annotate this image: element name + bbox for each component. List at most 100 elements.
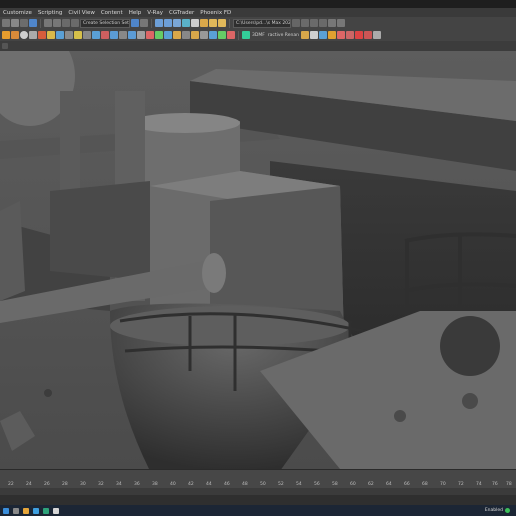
search-icon[interactable] — [13, 507, 19, 514]
quick-access-icon[interactable] — [328, 19, 336, 27]
menu-phoenix-fd[interactable]: Phoenix FD — [197, 10, 234, 16]
vray-cloud-icon[interactable] — [155, 31, 163, 39]
mirror-icon[interactable] — [131, 19, 139, 27]
perspective-viewport[interactable] — [0, 51, 516, 469]
vray-mesh-export-icon[interactable] — [101, 31, 109, 39]
link-icon[interactable] — [301, 19, 309, 27]
vray-sun-icon[interactable] — [38, 31, 46, 39]
vray-converter-icon[interactable] — [182, 31, 190, 39]
curve-editor-icon[interactable] — [173, 19, 181, 27]
menu-content[interactable]: Content — [98, 10, 126, 16]
move-icon[interactable] — [11, 19, 19, 27]
vray-sphere-fade-icon[interactable] — [92, 31, 100, 39]
render-setup-icon[interactable] — [200, 19, 208, 27]
vray-decal-icon[interactable] — [110, 31, 118, 39]
bind-icon[interactable] — [319, 19, 327, 27]
render-icon[interactable] — [218, 19, 226, 27]
tick-label: 46 — [224, 482, 230, 487]
status-dot-icon — [505, 508, 510, 513]
tick-label: 68 — [422, 482, 428, 487]
vray-render-icon[interactable] — [11, 31, 19, 39]
project-path-field[interactable]: C:\Users\pd...\s Max 202 — [233, 18, 291, 28]
vray-fur-icon[interactable] — [65, 31, 73, 39]
extra-tool-icon[interactable] — [372, 31, 381, 39]
menu-help[interactable]: Help — [126, 10, 145, 16]
vray-material-icon[interactable] — [218, 31, 226, 39]
tick-label: 54 — [296, 482, 302, 487]
align-icon[interactable] — [140, 19, 148, 27]
tick-label: 52 — [278, 482, 284, 487]
layer-explorer-icon[interactable] — [155, 19, 163, 27]
vray-settings-icon[interactable] — [200, 31, 208, 39]
app-3dsmax-icon[interactable] — [43, 507, 49, 514]
vray-lister-icon[interactable] — [173, 31, 181, 39]
vray-proxy-icon[interactable] — [56, 31, 64, 39]
render-frame-icon[interactable] — [209, 19, 217, 27]
vray-scatter-icon[interactable] — [119, 31, 127, 39]
vray-env-fog-icon[interactable] — [137, 31, 145, 39]
vray-clipper-icon[interactable] — [128, 31, 136, 39]
tick-label: 66 — [404, 482, 410, 487]
snap-icon[interactable] — [44, 19, 52, 27]
vray-plane-icon[interactable] — [74, 31, 82, 39]
vray-ipr-icon[interactable] — [191, 31, 199, 39]
bulb-icon[interactable] — [309, 31, 318, 39]
render-teapot-icon[interactable] — [300, 31, 309, 39]
vray-denoise-icon[interactable] — [227, 31, 235, 39]
menu-vray[interactable]: V-Ray — [144, 10, 166, 16]
red-cube-icon[interactable] — [345, 31, 354, 39]
percent-snap-icon[interactable] — [62, 19, 70, 27]
tick-label: 30 — [80, 482, 86, 487]
tick-label: 48 — [242, 482, 248, 487]
tick-label: 62 — [368, 482, 374, 487]
vray-frame-buffer-icon[interactable] — [2, 31, 10, 39]
vray-light-icon[interactable] — [29, 31, 37, 39]
status-enabled-label: Enabled — [484, 508, 503, 513]
interactive-render-label[interactable]: ractive Renan — [267, 33, 300, 38]
tick-label: 24 — [26, 482, 32, 487]
timeline: 22 24 26 28 30 32 34 36 38 40 42 44 46 4… — [0, 469, 516, 495]
sun-icon[interactable] — [327, 31, 336, 39]
vray-layers-icon[interactable] — [209, 31, 217, 39]
tick-label: 28 — [62, 482, 68, 487]
record-icon[interactable] — [363, 31, 372, 39]
menu-customize[interactable]: Customize — [0, 10, 35, 16]
window-icon[interactable] — [337, 19, 345, 27]
material-editor-icon[interactable] — [191, 19, 199, 27]
vray-sphere-icon[interactable] — [20, 31, 28, 39]
app-icon[interactable] — [53, 507, 59, 514]
ribbon-icon[interactable] — [164, 19, 172, 27]
toolbar-label-3dmf: 3DMF — [252, 32, 265, 38]
red-sphere-icon[interactable] — [336, 31, 345, 39]
vray-dome-icon[interactable] — [47, 31, 55, 39]
scale-icon[interactable] — [29, 19, 37, 27]
toolbar-separator — [238, 30, 239, 40]
tick-label: 26 — [44, 482, 50, 487]
menu-dots-icon[interactable] — [2, 43, 8, 49]
tick-label: 76 — [492, 482, 498, 487]
tick-label: 42 — [188, 482, 194, 487]
folder-icon[interactable] — [23, 507, 29, 514]
tick-label: 70 — [440, 482, 446, 487]
menu-scripting[interactable]: Scripting — [35, 10, 65, 16]
vray-camera-icon[interactable] — [83, 31, 91, 39]
angle-snap-icon[interactable] — [53, 19, 61, 27]
spinner-snap-icon[interactable] — [71, 19, 79, 27]
selection-set-dropdown[interactable]: Create Selection Set — [80, 18, 130, 28]
tick-label: 32 — [98, 482, 104, 487]
green-arrow-icon[interactable] — [242, 31, 250, 39]
time-ruler[interactable]: 22 24 26 28 30 32 34 36 38 40 42 44 46 4… — [0, 469, 516, 488]
rotate-icon[interactable] — [20, 19, 28, 27]
menu-civil-view[interactable]: Civil View — [65, 10, 97, 16]
folder-icon[interactable] — [292, 19, 300, 27]
browser-icon[interactable] — [33, 507, 39, 514]
red-dot-icon[interactable] — [354, 31, 363, 39]
start-icon[interactable] — [3, 507, 9, 514]
unlink-icon[interactable] — [310, 19, 318, 27]
scene-icon[interactable] — [318, 31, 327, 39]
schematic-view-icon[interactable] — [182, 19, 190, 27]
vray-toolbar-icon[interactable] — [164, 31, 172, 39]
vray-ies-icon[interactable] — [146, 31, 154, 39]
select-region-icon[interactable] — [2, 19, 10, 27]
menu-cgtrader[interactable]: CGTrader — [166, 10, 197, 16]
